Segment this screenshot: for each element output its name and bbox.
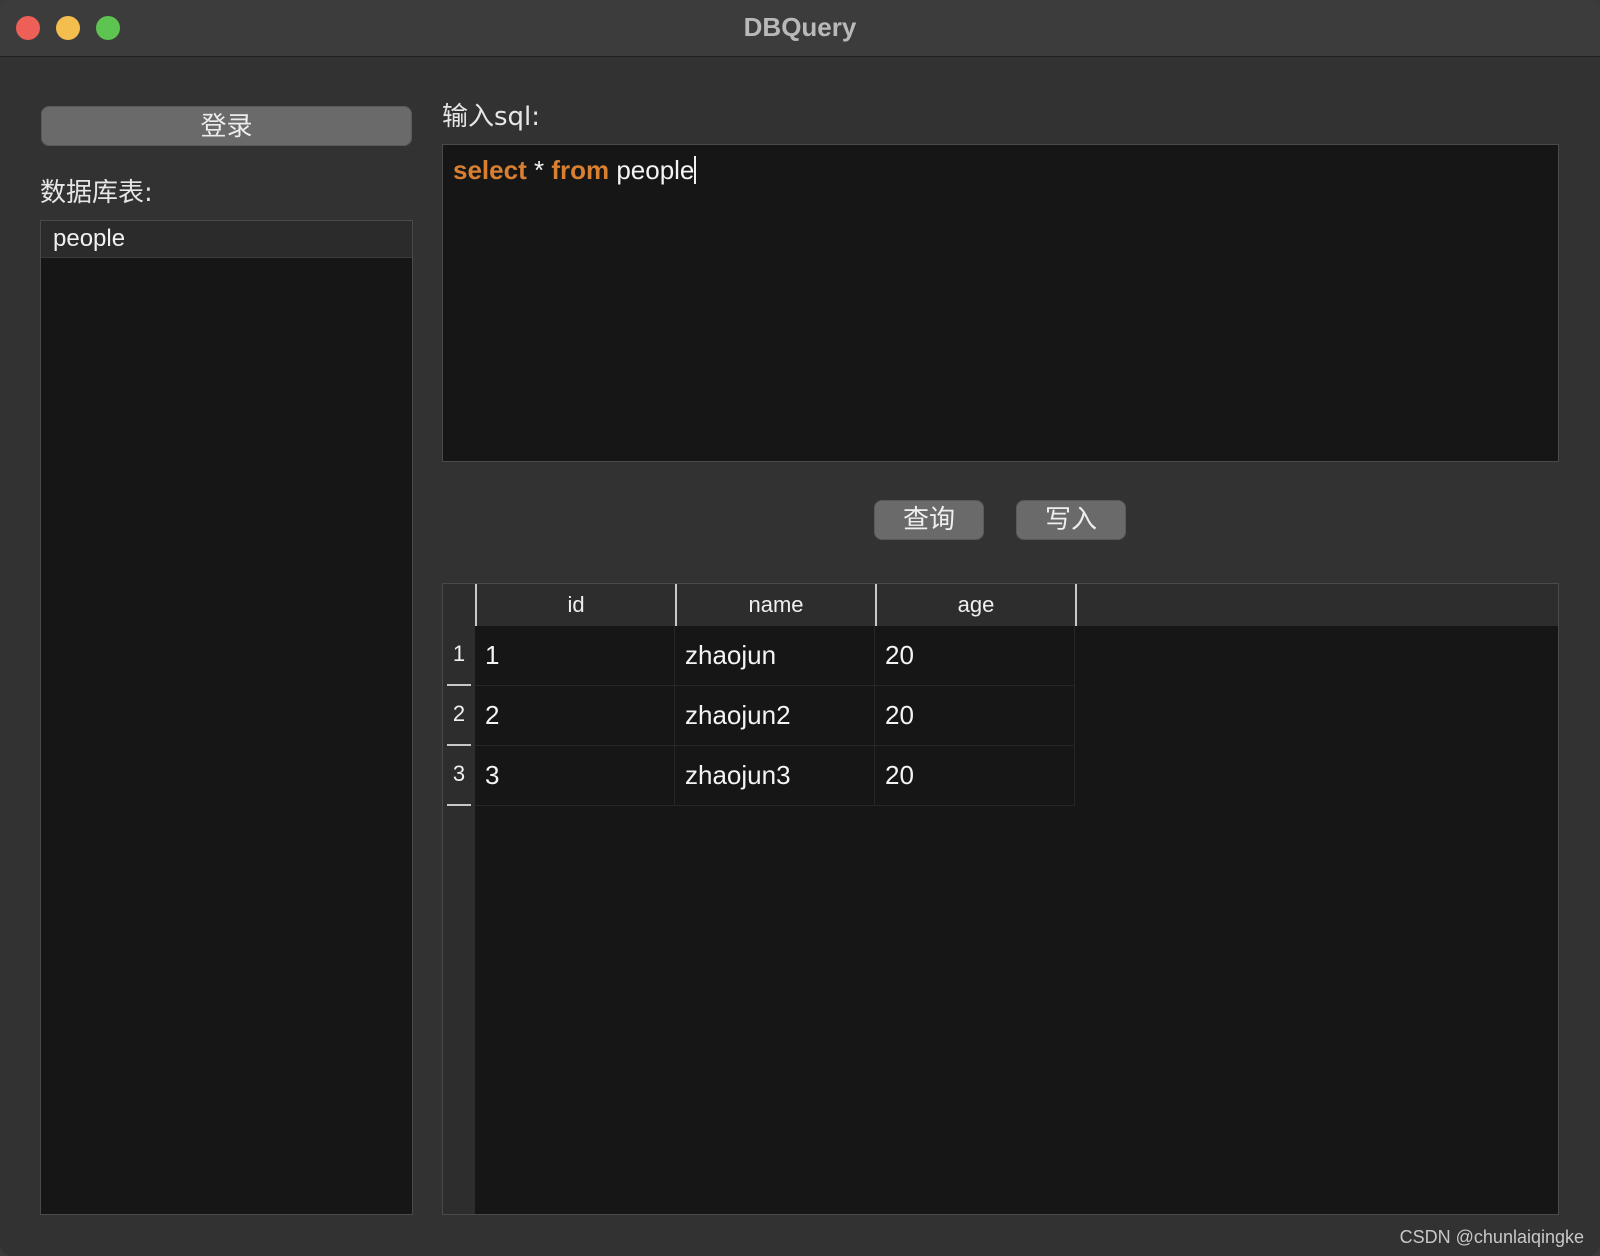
row-header-3[interactable]: 3 — [443, 746, 475, 806]
login-button[interactable]: 登录 — [41, 106, 412, 146]
table-cell[interactable]: zhaojun3 — [675, 746, 875, 806]
table-cell[interactable]: 3 — [475, 746, 675, 806]
window-title: DBQuery — [743, 12, 857, 42]
table-cell[interactable]: 1 — [475, 626, 675, 686]
write-button[interactable]: 写入 — [1016, 500, 1126, 540]
sql-label: 输入sql: — [442, 102, 541, 132]
table-cell[interactable]: 20 — [875, 686, 1075, 746]
table-cell[interactable]: 2 — [475, 686, 675, 746]
tables-label: 数据库表: — [40, 178, 153, 208]
table-corner[interactable] — [443, 584, 475, 626]
table-header: id name age — [443, 584, 1558, 626]
table-cell[interactable]: zhaojun — [675, 626, 875, 686]
column-header-age[interactable]: age — [875, 584, 1075, 626]
column-divider — [1075, 584, 1077, 626]
row-header-1[interactable]: 1 — [443, 626, 475, 686]
sql-keyword-select: select — [453, 155, 527, 185]
results-table[interactable]: id name age 1 2 3 1 zhaojun 20 2 zhaojun… — [442, 583, 1559, 1215]
table-cell[interactable]: 20 — [875, 626, 1075, 686]
column-header-id[interactable]: id — [475, 584, 675, 626]
row-header-2[interactable]: 2 — [443, 686, 475, 746]
table-cell[interactable]: 20 — [875, 746, 1075, 806]
sql-input[interactable]: select * from people — [442, 144, 1559, 462]
tables-list[interactable]: people — [40, 220, 413, 1215]
title-bar[interactable]: DBQuery — [0, 0, 1600, 57]
query-button[interactable]: 查询 — [874, 500, 984, 540]
table-cell[interactable]: zhaojun2 — [675, 686, 875, 746]
sql-keyword-from: from — [551, 155, 610, 185]
text-caret — [694, 156, 697, 184]
sql-token-star: * — [526, 155, 552, 185]
sql-token-table: people — [609, 155, 695, 185]
app-window: DBQuery 登录 数据库表: people 输入sql: select * … — [0, 0, 1600, 1256]
table-item-people[interactable]: people — [41, 221, 412, 258]
watermark: CSDN @chunlaiqingke — [1399, 1227, 1584, 1247]
column-header-name[interactable]: name — [675, 584, 875, 626]
